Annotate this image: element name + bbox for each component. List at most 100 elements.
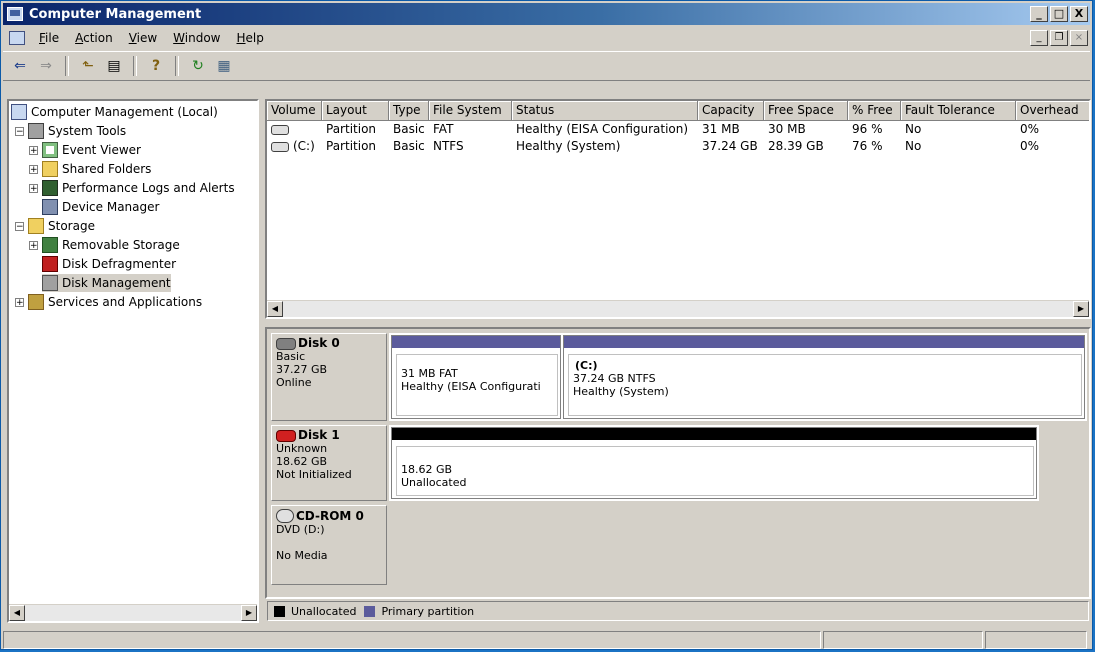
- column-header-volume[interactable]: Volume: [267, 101, 322, 121]
- title-bar[interactable]: Computer Management _ □ X: [3, 3, 1090, 25]
- column-header-type[interactable]: Type: [389, 101, 429, 121]
- tree-item-label: Performance Logs and Alerts: [62, 181, 235, 195]
- tree-item-performance-logs[interactable]: + Performance Logs and Alerts: [29, 179, 235, 197]
- partition-c-drive[interactable]: (C:) 37.24 GB NTFS Healthy (System): [563, 335, 1085, 419]
- column-header-pct-free[interactable]: % Free: [848, 101, 901, 121]
- menu-file[interactable]: File: [31, 31, 67, 45]
- primary-partition-swatch: [364, 605, 376, 617]
- tree-item-label: Disk Management: [62, 276, 171, 290]
- collapse-icon[interactable]: −: [15, 221, 24, 231]
- export-list-icon[interactable]: ▦: [213, 56, 235, 76]
- show-hide-tree-icon[interactable]: ▤: [103, 56, 125, 76]
- partition-title: (C:): [575, 359, 598, 372]
- minimize-button[interactable]: _: [1030, 6, 1048, 22]
- partition-fat[interactable]: 31 MB FAT Healthy (EISA Configurati: [391, 335, 561, 419]
- mdi-restore-button[interactable]: ❐: [1050, 30, 1068, 46]
- tree-item-shared-folders[interactable]: + Shared Folders: [29, 160, 151, 178]
- back-arrow-icon[interactable]: ⇐: [9, 56, 31, 76]
- tree-item-label: Shared Folders: [62, 162, 152, 176]
- status-panel-main: [3, 631, 821, 649]
- tree-item-disk-management[interactable]: Disk Management: [42, 274, 171, 292]
- primary-partition-bar: [564, 336, 1084, 348]
- tree-item-label: Removable Storage: [62, 238, 180, 252]
- tree-horizontal-scrollbar[interactable]: ◀ ▶: [9, 604, 257, 621]
- mdi-minimize-button[interactable]: _: [1030, 30, 1048, 46]
- disk-1-partitions: 18.62 GB Unallocated: [389, 425, 1039, 501]
- disk-state: Online: [276, 376, 312, 389]
- tree-item-storage[interactable]: − Storage: [15, 217, 95, 235]
- tree-item-event-viewer[interactable]: + Event Viewer: [29, 141, 141, 159]
- expand-icon[interactable]: +: [29, 164, 38, 174]
- disk-size: 37.27 GB: [276, 363, 328, 376]
- services-icon: [28, 294, 44, 310]
- menu-window[interactable]: Window: [165, 31, 228, 45]
- disk-0-label[interactable]: Disk 0 Basic 37.27 GB Online: [271, 333, 387, 421]
- help-icon[interactable]: ?: [145, 56, 167, 76]
- column-header-free-space[interactable]: Free Space: [764, 101, 848, 121]
- collapse-icon[interactable]: −: [15, 126, 24, 136]
- console-tree[interactable]: Computer Management (Local) − System Too…: [7, 99, 259, 623]
- type-cell: Basic: [393, 122, 425, 136]
- refresh-icon[interactable]: ↻: [187, 56, 209, 76]
- toolbar: ⇐ ⇒ ⬑ ▤ ? ↻ ▦: [3, 51, 1090, 81]
- expand-icon[interactable]: +: [29, 145, 38, 155]
- up-folder-icon[interactable]: ⬑: [77, 56, 99, 76]
- primary-partition-bar: [392, 336, 560, 348]
- mdi-system-menu-icon[interactable]: [9, 31, 25, 45]
- column-header-overhead[interactable]: Overhead: [1016, 101, 1089, 121]
- menu-view[interactable]: View: [121, 31, 165, 45]
- tree-item-services-applications[interactable]: + Services and Applications: [15, 293, 202, 311]
- scroll-left-icon[interactable]: ◀: [267, 301, 283, 317]
- maximize-button[interactable]: □: [1050, 6, 1068, 22]
- volume-list[interactable]: Volume Layout Type File System Status Ca…: [265, 99, 1091, 319]
- volume-icon: [271, 141, 289, 152]
- disk-graphical-view[interactable]: Disk 0 Basic 37.27 GB Online 31 MB FAT H…: [265, 327, 1091, 599]
- volume-cell: [267, 121, 326, 137]
- scroll-right-icon[interactable]: ▶: [241, 605, 257, 621]
- forward-arrow-icon[interactable]: ⇒: [35, 56, 57, 76]
- partition-unallocated[interactable]: 18.62 GB Unallocated: [391, 427, 1037, 499]
- expand-icon[interactable]: +: [29, 183, 38, 193]
- mdi-close-button[interactable]: ×: [1070, 30, 1088, 46]
- tree-item-computer-management[interactable]: Computer Management (Local): [11, 103, 218, 121]
- toolbar-separator: [175, 56, 179, 76]
- expand-icon[interactable]: +: [15, 297, 24, 307]
- disk-type: Basic: [276, 350, 306, 363]
- partition-size: 31 MB FAT: [401, 367, 458, 380]
- free-space-cell: 30 MB: [768, 122, 806, 136]
- column-header-capacity[interactable]: Capacity: [698, 101, 764, 121]
- scroll-right-icon[interactable]: ▶: [1073, 301, 1089, 317]
- menu-bar: File Action View Window Help _ ❐ ×: [3, 27, 1090, 49]
- event-viewer-icon: [42, 142, 58, 158]
- tree-item-device-manager[interactable]: Device Manager: [42, 198, 159, 216]
- tools-icon: [28, 123, 44, 139]
- column-header-layout[interactable]: Layout: [322, 101, 389, 121]
- cdrom-0-label[interactable]: CD-ROM 0 DVD (D:) No Media: [271, 505, 387, 585]
- status-panel-2: [823, 631, 983, 649]
- shared-folder-icon: [42, 161, 58, 177]
- expand-icon[interactable]: +: [29, 240, 38, 250]
- menu-help[interactable]: Help: [229, 31, 272, 45]
- menu-action[interactable]: Action: [67, 31, 121, 45]
- tree-item-system-tools[interactable]: − System Tools: [15, 122, 126, 140]
- disk-size: 18.62 GB: [276, 455, 328, 468]
- volume-icon: [271, 124, 289, 135]
- column-header-status[interactable]: Status: [512, 101, 698, 121]
- tree-item-removable-storage[interactable]: + Removable Storage: [29, 236, 180, 254]
- tree-item-label: Services and Applications: [48, 295, 203, 309]
- scroll-left-icon[interactable]: ◀: [9, 605, 25, 621]
- partition-status: Healthy (EISA Configurati: [401, 380, 541, 393]
- overhead-cell: 0%: [1020, 139, 1040, 153]
- tree-item-label: Storage: [48, 219, 95, 233]
- volume-list-horizontal-scrollbar[interactable]: ◀ ▶: [267, 300, 1089, 317]
- disk-size: [276, 536, 382, 549]
- unallocated-swatch: [274, 605, 285, 617]
- performance-icon: [42, 180, 58, 196]
- column-header-file-system[interactable]: File System: [429, 101, 512, 121]
- tree-item-disk-defragmenter[interactable]: Disk Defragmenter: [42, 255, 176, 273]
- toolbar-separator: [133, 56, 137, 76]
- column-header-fault-tolerance[interactable]: Fault Tolerance: [901, 101, 1016, 121]
- disk-1-label[interactable]: Disk 1 Unknown 18.62 GB Not Initialized: [271, 425, 387, 501]
- close-button[interactable]: X: [1070, 6, 1088, 22]
- disk-name: CD-ROM 0: [296, 508, 364, 523]
